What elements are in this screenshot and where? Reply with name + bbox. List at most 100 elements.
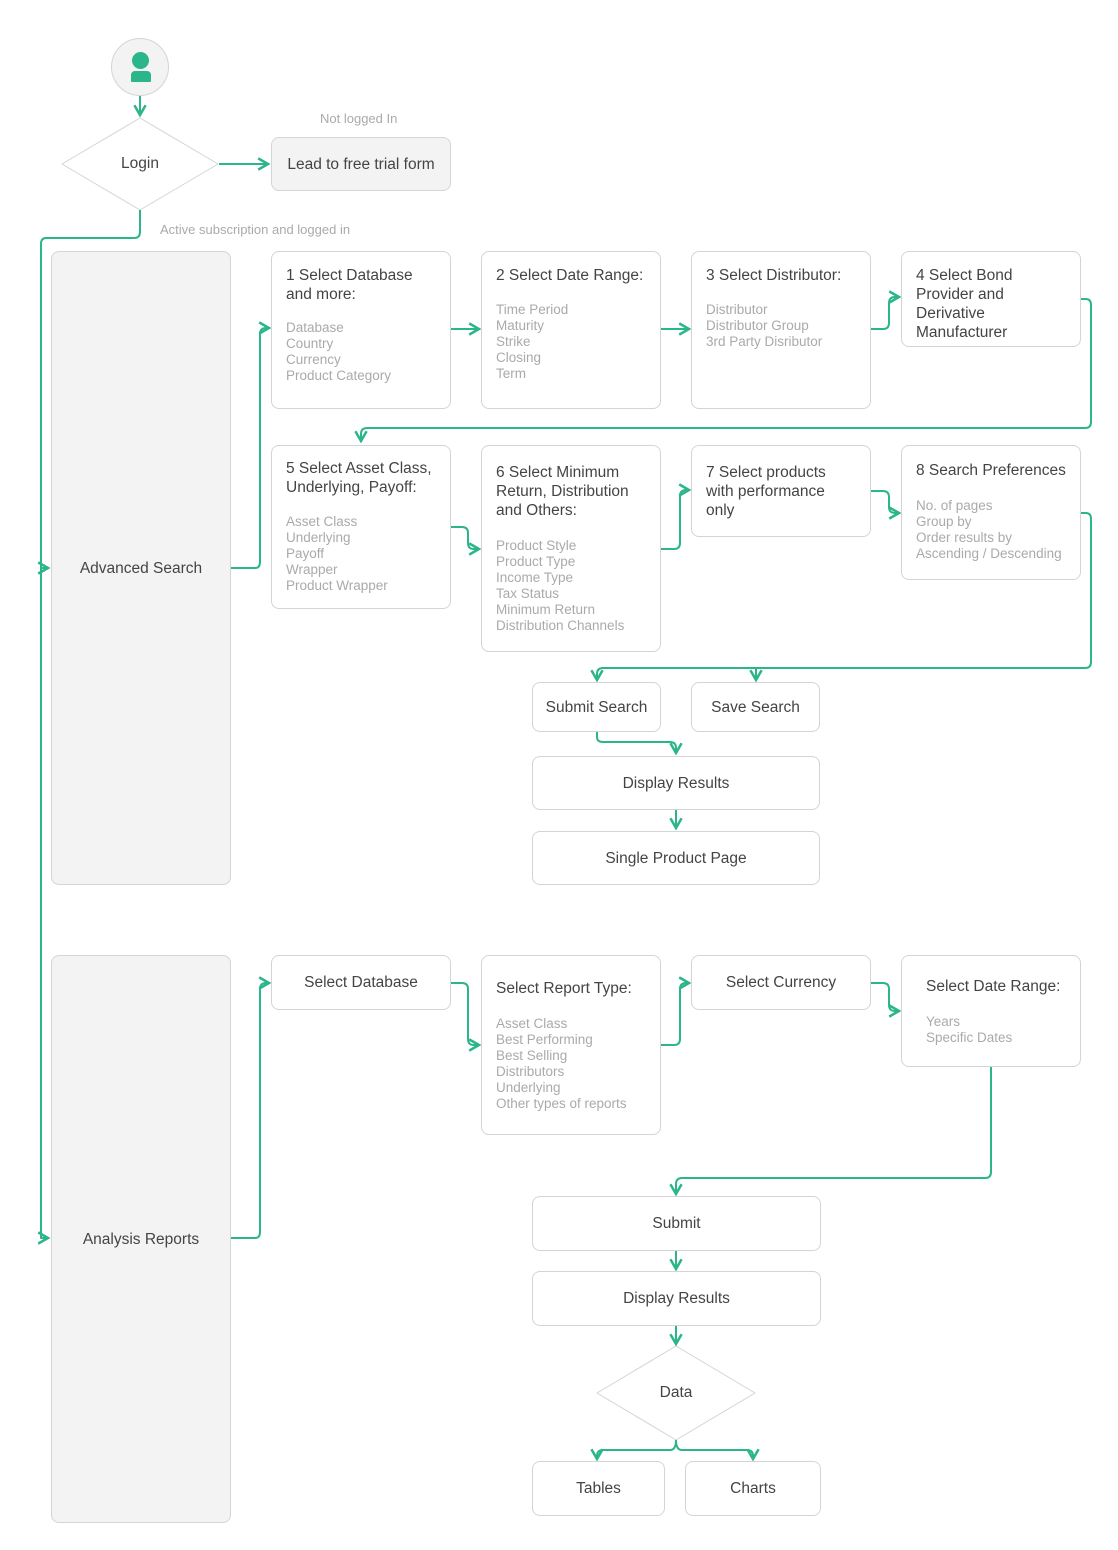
step-item: Product Type (496, 554, 576, 569)
step-item: Product Wrapper (286, 578, 388, 593)
step-title: 7 Select products with performance only (706, 464, 826, 519)
report-type-item: Other types of reports (496, 1096, 627, 1111)
analysis-reports-lane[interactable]: Analysis Reports (51, 955, 231, 1523)
submit-search-node[interactable]: Submit Search (532, 682, 661, 732)
submit-label: Submit (652, 1215, 701, 1232)
lead-form-label: Lead to free trial form (287, 155, 435, 173)
step-5-node[interactable]: 5 Select Asset Class, Underlying, Payoff… (271, 445, 451, 609)
step-8-node[interactable]: 8 Search Preferences No. of pages Group … (901, 445, 1081, 580)
arrow-report-type-to-currency (661, 976, 692, 1046)
step-title: 1 Select Database and more: (286, 267, 413, 303)
step-item: Asset Class (286, 514, 358, 529)
report-type-items: Asset Class Best Performing Best Selling… (496, 1016, 646, 1112)
step-items: No. of pages Group by Order results by A… (916, 498, 1066, 562)
step-6-node[interactable]: 6 Select Minimum Return, Distribution an… (481, 445, 661, 652)
step-title: 5 Select Asset Class, Underlying, Payoff… (286, 460, 432, 496)
user-avatar (111, 38, 169, 96)
report-type-item: Best Performing (496, 1032, 593, 1047)
step-items: Distributor Distributor Group 3rd Party … (706, 302, 856, 350)
charts-label: Charts (730, 1480, 776, 1497)
step-4-node[interactable]: 4 Select Bond Provider and Derivative Ma… (901, 251, 1081, 347)
date-range-item: Years (926, 1014, 961, 1029)
step-item: Ascending / Descending (916, 546, 1062, 561)
user-icon (132, 52, 149, 69)
date-range-title: Select Date Range: (926, 978, 1061, 995)
arrow-step6-to-step7 (661, 483, 692, 550)
single-product-page-node[interactable]: Single Product Page (532, 831, 820, 885)
step-items: Product Style Product Type Income Type T… (496, 538, 646, 634)
submit-search-label: Submit Search (545, 698, 648, 716)
advanced-search-lane[interactable]: Advanced Search (51, 251, 231, 885)
arrow-db-to-report-type (451, 982, 482, 1052)
step-item: Group by (916, 514, 972, 529)
report-type-item: Underlying (496, 1080, 561, 1095)
save-search-label: Save Search (711, 698, 800, 716)
date-range-items: Years Specific Dates (926, 1014, 1066, 1046)
charts-node[interactable]: Charts (685, 1461, 821, 1516)
step-item: Country (286, 336, 334, 351)
step-item: 3rd Party Disributor (706, 334, 823, 349)
advanced-search-label: Advanced Search (79, 559, 203, 577)
report-type-item: Asset Class (496, 1016, 568, 1031)
date-range-item: Specific Dates (926, 1030, 1013, 1045)
select-currency-node[interactable]: Select Currency (691, 955, 871, 1010)
report-type-node[interactable]: Select Report Type: Asset Class Best Per… (481, 955, 661, 1135)
arrow-data-to-tables (590, 1439, 677, 1462)
step-item: Wrapper (286, 562, 338, 577)
step-title: 2 Select Date Range: (496, 267, 644, 284)
data-decision: Data (659, 1384, 693, 1401)
step-7-node[interactable]: 7 Select products with performance only (691, 445, 871, 537)
submit-node[interactable]: Submit (532, 1196, 821, 1251)
arrow-currency-to-date (871, 982, 902, 1018)
not-logged-in-label: Not logged In (320, 111, 398, 126)
step-item: No. of pages (916, 498, 993, 513)
display-results-2-node[interactable]: Display Results (532, 1271, 821, 1326)
analysis-reports-label: Analysis Reports (82, 1230, 200, 1248)
lead-form-node[interactable]: Lead to free trial form (271, 137, 451, 191)
step-item: Database (286, 320, 344, 335)
step-items: Time Period Maturity Strike Closing Term (496, 302, 646, 382)
arrow-ar-to-select-db (231, 976, 272, 1239)
tables-node[interactable]: Tables (532, 1461, 665, 1516)
arrow-step5-to-step6 (451, 526, 482, 556)
step-title: 6 Select Minimum Return, Distribution an… (496, 464, 629, 519)
step-2-node[interactable]: 2 Select Date Range: Time Period Maturit… (481, 251, 661, 409)
display-results-2-label: Display Results (623, 1290, 730, 1307)
step-item: Product Category (286, 368, 392, 383)
arrow-data-to-charts (675, 1439, 760, 1462)
step-title: 3 Select Distributor: (706, 267, 842, 284)
login-decision: Login (121, 155, 159, 172)
tables-label: Tables (576, 1480, 621, 1497)
step-1-node[interactable]: 1 Select Database and more: Database Cou… (271, 251, 451, 409)
step-item: Payoff (286, 546, 325, 561)
arrow-date-to-submit (669, 1067, 992, 1197)
step-3-node[interactable]: 3 Select Distributor: Distributor Distri… (691, 251, 871, 409)
step-title: 4 Select Bond Provider and Derivative Ma… (916, 267, 1013, 341)
logged-in-label: Active subscription and logged in (160, 222, 351, 237)
step-item: Currency (286, 352, 341, 367)
step-items: Asset Class Underlying Payoff Wrapper Pr… (286, 514, 436, 594)
step-item: Tax Status (496, 586, 560, 601)
single-product-page-label: Single Product Page (605, 849, 747, 867)
date-range-node[interactable]: Select Date Range: Years Specific Dates (901, 955, 1081, 1067)
save-search-node[interactable]: Save Search (691, 682, 820, 732)
display-results-node[interactable]: Display Results (532, 756, 820, 810)
user-icon-body (131, 71, 151, 82)
step-items: Database Country Currency Product Catego… (286, 320, 436, 384)
step-item: Underlying (286, 530, 351, 545)
select-database-label: Select Database (304, 974, 418, 991)
step-item: Term (496, 366, 526, 381)
select-database-node[interactable]: Select Database (271, 955, 451, 1010)
report-type-item: Distributors (496, 1064, 565, 1079)
step-item: Maturity (496, 318, 545, 333)
arrow-step7-to-step8 (871, 490, 902, 520)
display-results-label: Display Results (622, 774, 730, 792)
step-item: Minimum Return (496, 602, 596, 617)
step-item: Time Period (496, 302, 569, 317)
arrow-step3-to-step4 (871, 290, 902, 330)
step-item: Product Style (496, 538, 577, 553)
step-item: Income Type (496, 570, 574, 585)
step-item: Strike (496, 334, 531, 349)
arrow-login-to-analysis (37, 560, 51, 1245)
arrow-as-to-step1 (231, 321, 272, 569)
